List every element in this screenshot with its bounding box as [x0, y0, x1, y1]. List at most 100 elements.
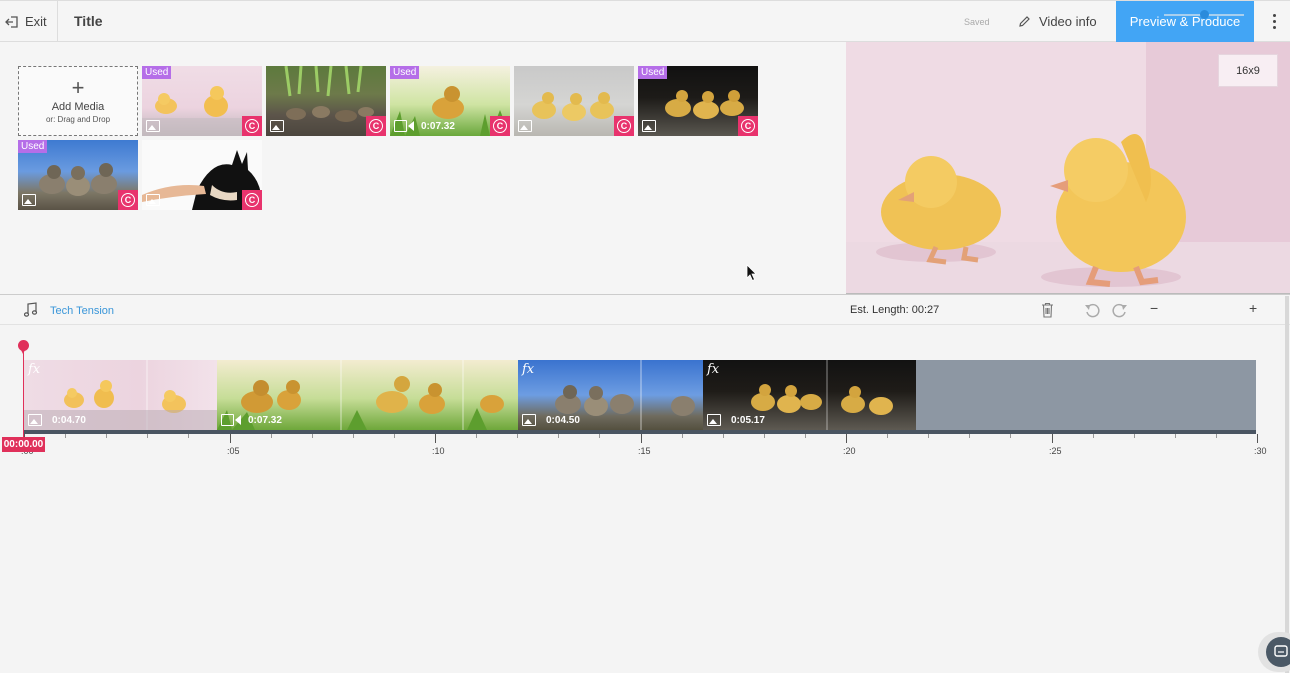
playhead-handle[interactable] — [18, 340, 29, 354]
ruler-tick — [764, 434, 765, 438]
estimated-length: Est. Length: 00:27 — [850, 304, 940, 316]
current-time-badge[interactable]: 00:00.00 — [2, 437, 45, 452]
ruler-tick — [188, 434, 189, 438]
image-type-icon — [146, 194, 160, 206]
redo-icon[interactable] — [1110, 302, 1128, 318]
copyright-icon[interactable]: C — [490, 116, 510, 136]
plus-icon: + — [71, 74, 85, 100]
pencil-icon — [1019, 16, 1030, 27]
more-options-icon[interactable] — [1262, 1, 1286, 42]
ruler-tick — [1175, 434, 1176, 438]
used-badge: Used — [142, 66, 172, 79]
media-thumb[interactable]: Used C — [18, 140, 138, 210]
clip-duration: 0:07.32 — [248, 415, 282, 426]
timeline-toolbar: Tech Tension Est. Length: 00:27 − + — [0, 295, 1290, 325]
copyright-glyph: C — [493, 119, 507, 133]
ruler-tick — [312, 434, 313, 438]
ruler-tick — [969, 434, 970, 438]
image-type-icon — [22, 194, 36, 206]
ruler-tick — [1093, 434, 1094, 438]
timeline-clip[interactable]: fx 0:05.17 — [703, 360, 916, 430]
clip-duration: 0:05.17 — [731, 415, 765, 426]
image-type-icon — [522, 414, 536, 426]
media-thumb[interactable]: Used 0:07.32 C — [390, 66, 510, 136]
ruler-tick — [599, 434, 600, 438]
copyright-icon[interactable]: C — [366, 116, 386, 136]
video-preview[interactable]: 16x9 — [846, 42, 1290, 294]
zoom-slider-handle[interactable] — [1200, 10, 1209, 19]
ruler-label: :30 — [1254, 446, 1267, 456]
image-type-icon — [146, 120, 160, 132]
media-thumb[interactable]: Used C — [142, 66, 262, 136]
image-type-icon — [270, 120, 284, 132]
preview-produce-button[interactable]: Preview & Produce — [1116, 1, 1254, 42]
aspect-ratio-button[interactable]: 16x9 — [1218, 54, 1278, 87]
ruler-tick — [1134, 434, 1135, 438]
exit-label: Exit — [25, 14, 47, 29]
ruler-tick — [682, 434, 683, 438]
media-thumb[interactable]: C — [142, 140, 262, 210]
saved-status: Saved — [964, 17, 990, 27]
video-info-button[interactable]: Video info — [1018, 1, 1097, 42]
ruler-tick — [641, 434, 642, 443]
media-thumb[interactable]: C — [514, 66, 634, 136]
zoom-out-button[interactable]: − — [1150, 300, 1158, 316]
fx-icon[interactable]: fx — [707, 362, 719, 377]
copyright-glyph: C — [245, 119, 259, 133]
used-badge: Used — [390, 66, 420, 79]
copyright-glyph: C — [617, 119, 631, 133]
ruler-tick — [476, 434, 477, 438]
ruler-tick — [394, 434, 395, 438]
ruler-tick — [1257, 434, 1258, 443]
playhead-line[interactable] — [23, 350, 24, 442]
timeline-clip[interactable]: 0:07.32 — [217, 360, 518, 430]
ruler-label: :25 — [1049, 446, 1062, 456]
chat-button[interactable] — [1258, 632, 1290, 672]
ruler-tick — [435, 434, 436, 443]
media-thumb[interactable]: C — [266, 66, 386, 136]
exit-icon — [5, 15, 18, 28]
image-type-icon — [28, 414, 42, 426]
ruler-tick — [805, 434, 806, 438]
music-track-link[interactable]: Tech Tension — [50, 305, 114, 317]
copyright-glyph: C — [369, 119, 383, 133]
chat-icon — [1274, 645, 1288, 657]
trash-icon[interactable] — [1041, 302, 1054, 318]
copyright-glyph: C — [121, 193, 135, 207]
vertical-scrollbar[interactable] — [1285, 296, 1289, 673]
ruler-tick — [1052, 434, 1053, 443]
video-type-icon — [394, 120, 416, 132]
music-note-icon[interactable] — [24, 302, 38, 317]
undo-icon[interactable] — [1084, 302, 1102, 318]
copyright-glyph: C — [245, 193, 259, 207]
copyright-icon[interactable]: C — [242, 190, 262, 210]
ruler-tick — [1010, 434, 1011, 438]
project-title[interactable]: Title — [74, 13, 103, 29]
used-badge: Used — [638, 66, 668, 79]
ruler-tick — [106, 434, 107, 438]
ruler-tick — [558, 434, 559, 438]
image-type-icon — [707, 414, 721, 426]
copyright-icon[interactable]: C — [738, 116, 758, 136]
zoom-in-button[interactable]: + — [1249, 300, 1257, 316]
add-media-button[interactable]: + Add Media or: Drag and Drop — [18, 66, 138, 136]
empty-track-area[interactable] — [916, 360, 1256, 430]
fx-icon[interactable]: fx — [522, 362, 534, 377]
ruler-tick — [271, 434, 272, 438]
copyright-glyph: C — [741, 119, 755, 133]
ruler-tick — [928, 434, 929, 438]
exit-button[interactable]: Exit — [0, 1, 58, 42]
copyright-icon[interactable]: C — [242, 116, 262, 136]
used-badge: Used — [18, 140, 48, 153]
copyright-icon[interactable]: C — [118, 190, 138, 210]
timeline-ruler[interactable]: :00:05:10:15:20:25:30 — [0, 434, 1290, 464]
ruler-tick — [65, 434, 66, 438]
fx-icon[interactable]: fx — [28, 362, 40, 377]
media-thumb[interactable]: Used C — [638, 66, 758, 136]
clip-duration: 0:04.50 — [546, 415, 580, 426]
ruler-tick — [230, 434, 231, 443]
ruler-tick — [1216, 434, 1217, 438]
timeline-clip[interactable]: fx 0:04.70 — [24, 360, 217, 430]
timeline-clip[interactable]: fx 0:04.50 — [518, 360, 703, 430]
copyright-icon[interactable]: C — [614, 116, 634, 136]
